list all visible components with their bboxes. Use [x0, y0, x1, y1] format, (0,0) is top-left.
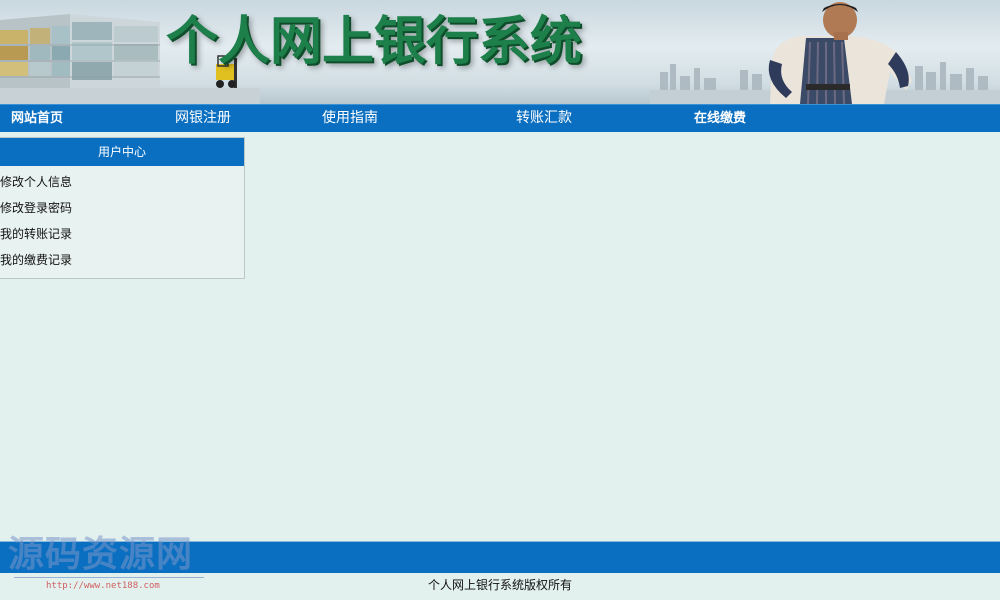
user-center-title: 用户中心: [0, 138, 244, 166]
nav-payment[interactable]: 在线缴费: [694, 105, 746, 132]
main-nav: 网站首页 网银注册 使用指南 转账汇款 在线缴费: [0, 104, 1000, 132]
link-change-password[interactable]: 修改登录密码: [0, 195, 244, 221]
site-title: 个人网上银行系统: [166, 11, 583, 72]
header-banner: 个人网上银行系统: [0, 0, 1000, 104]
businessman-image: [768, 2, 912, 104]
watermark-divider: [14, 577, 204, 578]
watermark-url: http://www.net188.com: [46, 581, 160, 591]
nav-register[interactable]: 网银注册: [175, 105, 231, 132]
nav-transfer[interactable]: 转账汇款: [516, 105, 572, 132]
user-center-panel: 用户中心 修改个人信息 修改登录密码 我的转账记录 我的缴费记录: [0, 137, 245, 279]
nav-home[interactable]: 网站首页: [11, 105, 63, 132]
user-center-links: 修改个人信息 修改登录密码 我的转账记录 我的缴费记录: [0, 166, 244, 273]
watermark-logo: 源码资源网: [8, 533, 194, 575]
link-payment-records[interactable]: 我的缴费记录: [0, 247, 244, 273]
nav-guide[interactable]: 使用指南: [322, 105, 378, 132]
link-transfer-records[interactable]: 我的转账记录: [0, 221, 244, 247]
link-edit-profile[interactable]: 修改个人信息: [0, 169, 244, 195]
